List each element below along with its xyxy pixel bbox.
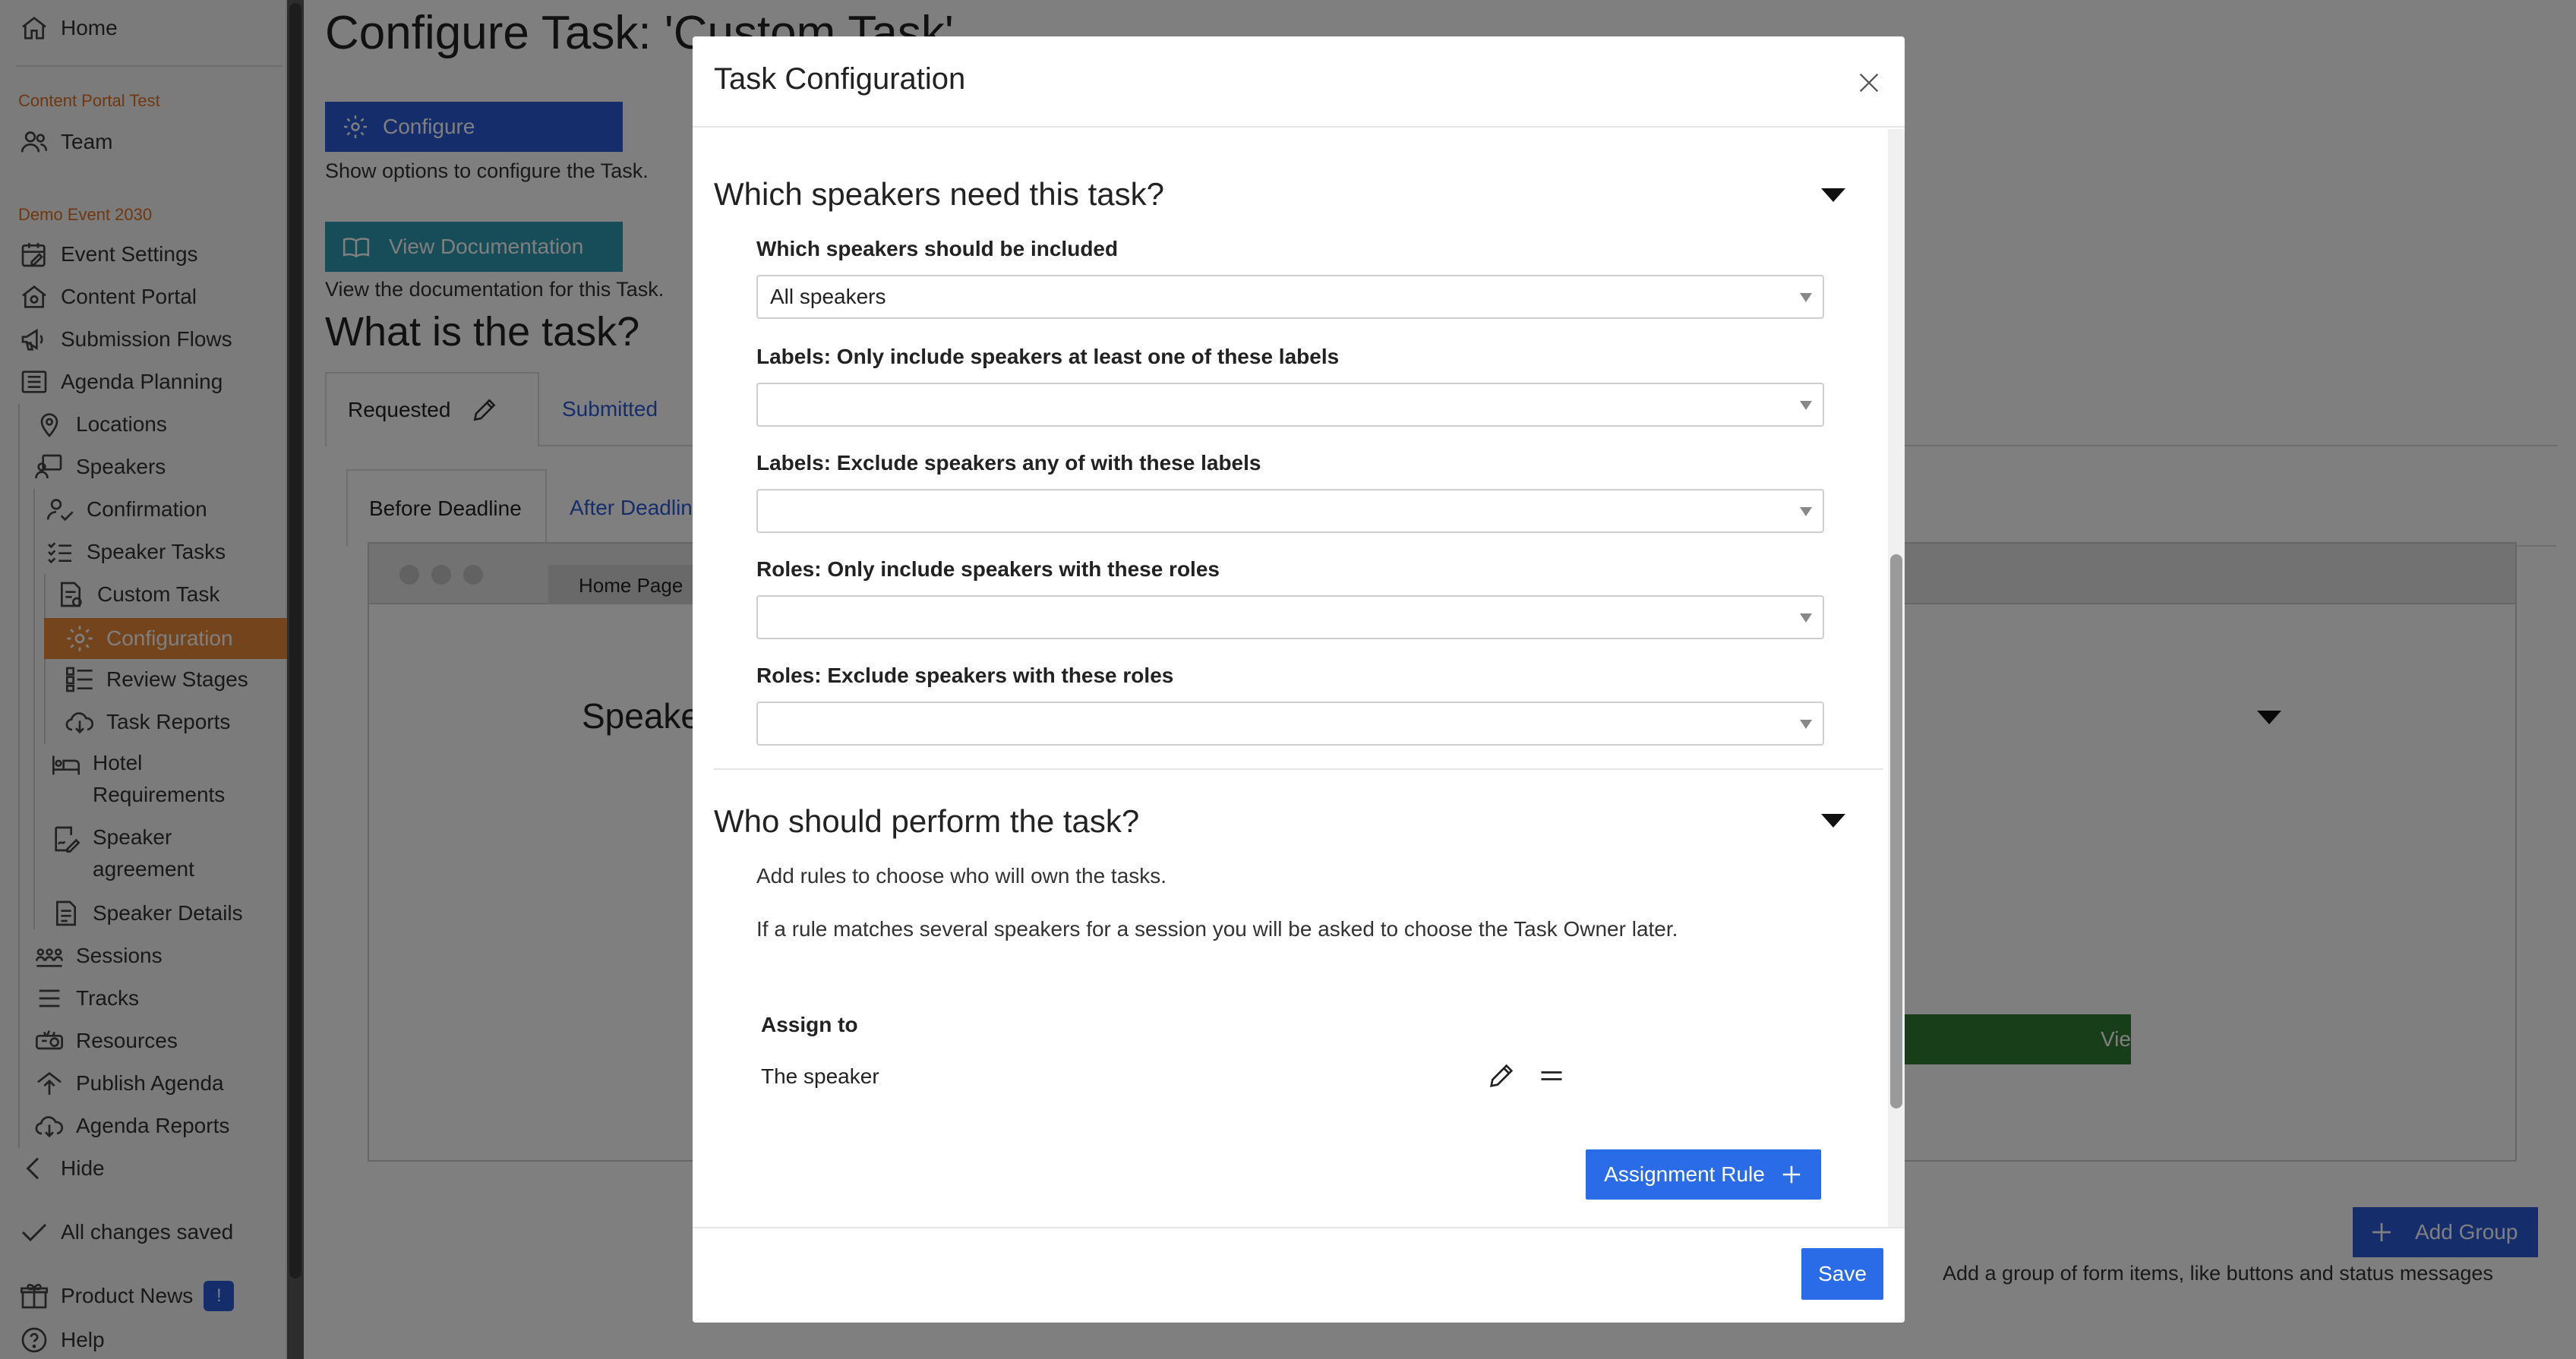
modal-body: Which speakers need this task? Which spe… bbox=[693, 129, 1905, 1263]
collapse-caret-icon[interactable] bbox=[1821, 814, 1845, 828]
field-label: Labels: Only include speakers at least o… bbox=[756, 345, 1340, 368]
field-label: Which speakers should be included bbox=[756, 237, 1119, 260]
close-icon bbox=[1856, 70, 1882, 96]
exclude-labels-select[interactable] bbox=[756, 489, 1824, 533]
modal-header: Task Configuration bbox=[693, 36, 1905, 128]
edit-rule-button[interactable] bbox=[1482, 1057, 1520, 1095]
select-value: All speakers bbox=[770, 285, 886, 308]
collapse-caret-icon[interactable] bbox=[1821, 188, 1845, 202]
task-configuration-modal: Task Configuration Which speakers need t… bbox=[693, 36, 1905, 1323]
section-description: Add rules to choose who will own the tas… bbox=[756, 864, 1167, 888]
close-button[interactable] bbox=[1850, 64, 1888, 102]
plus-icon bbox=[1780, 1163, 1803, 1186]
include-roles-select[interactable] bbox=[756, 595, 1824, 639]
save-button[interactable]: Save bbox=[1801, 1248, 1883, 1300]
add-assignment-rule-label: Assignment Rule bbox=[1604, 1162, 1765, 1186]
pencil-icon bbox=[1486, 1061, 1517, 1091]
section-title-speakers: Which speakers need this task? bbox=[714, 176, 1164, 212]
modal-title: Task Configuration bbox=[714, 62, 966, 96]
drag-handle-button[interactable] bbox=[1533, 1057, 1571, 1095]
assign-to-header: Assign to bbox=[761, 1013, 858, 1036]
section-description: If a rule matches several speakers for a… bbox=[756, 917, 1678, 941]
chevron-down-icon bbox=[1800, 613, 1812, 623]
include-labels-select[interactable] bbox=[756, 383, 1824, 427]
speakers-included-select[interactable]: All speakers bbox=[756, 275, 1824, 319]
chevron-down-icon bbox=[1800, 720, 1812, 729]
drag-handle-icon bbox=[1538, 1062, 1565, 1089]
field-label: Roles: Exclude speakers with these roles bbox=[756, 664, 1174, 687]
chevron-down-icon bbox=[1800, 401, 1812, 410]
modal-scrollbar[interactable] bbox=[1888, 129, 1905, 1263]
section-title-performer: Who should perform the task? bbox=[714, 803, 1140, 839]
field-label: Labels: Exclude speakers any of with the… bbox=[756, 451, 1261, 475]
modal-footer: Save bbox=[693, 1227, 1905, 1323]
chevron-down-icon bbox=[1800, 507, 1812, 516]
field-label: Roles: Only include speakers with these … bbox=[756, 557, 1220, 581]
assignment-rule-row: The speaker bbox=[761, 1064, 879, 1088]
chevron-down-icon bbox=[1800, 293, 1812, 302]
exclude-roles-select[interactable] bbox=[756, 702, 1824, 746]
section-divider bbox=[714, 768, 1883, 770]
modal-scrollbar-thumb[interactable] bbox=[1890, 554, 1902, 1108]
add-assignment-rule-button[interactable]: Assignment Rule bbox=[1586, 1149, 1821, 1200]
